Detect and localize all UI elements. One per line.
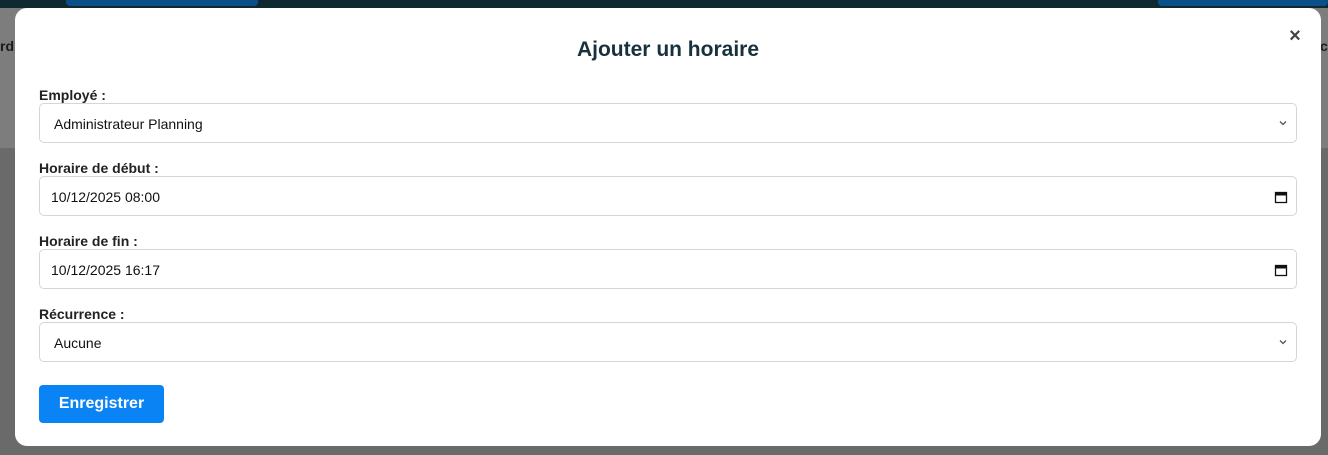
background-nav-button <box>66 0 258 6</box>
recurrence-select[interactable]: Aucune <box>39 322 1297 362</box>
end-time-label: Horaire de fin : <box>39 233 138 249</box>
start-time-label: Horaire de début : <box>39 160 159 176</box>
chevron-down-icon <box>1279 121 1287 126</box>
start-datetime-input[interactable]: 10/12/2025 08:00 <box>39 176 1297 216</box>
employee-select-value: Administrateur Planning <box>54 116 203 132</box>
recurrence-label: Récurrence : <box>39 306 125 322</box>
save-button[interactable]: Enregistrer <box>39 385 164 423</box>
employee-select[interactable]: Administrateur Planning <box>39 103 1297 143</box>
recurrence-select-value: Aucune <box>54 335 102 351</box>
calendar-icon[interactable] <box>1274 263 1288 277</box>
calendar-icon[interactable] <box>1274 190 1288 204</box>
start-datetime-value: 10/12/2025 08:00 <box>51 189 160 205</box>
modal-title: Ajouter un horaire <box>576 38 760 61</box>
employee-label: Employé : <box>39 87 106 103</box>
add-schedule-modal: Ajouter un horaire × Employé : Administr… <box>15 8 1321 446</box>
background-nav-button <box>1158 0 1328 6</box>
end-datetime-value: 10/12/2025 16:17 <box>51 262 160 278</box>
chevron-down-icon <box>1279 340 1287 345</box>
end-datetime-input[interactable]: 10/12/2025 16:17 <box>39 249 1297 289</box>
close-icon[interactable]: × <box>1285 24 1305 48</box>
background-text: c <box>1320 38 1328 54</box>
